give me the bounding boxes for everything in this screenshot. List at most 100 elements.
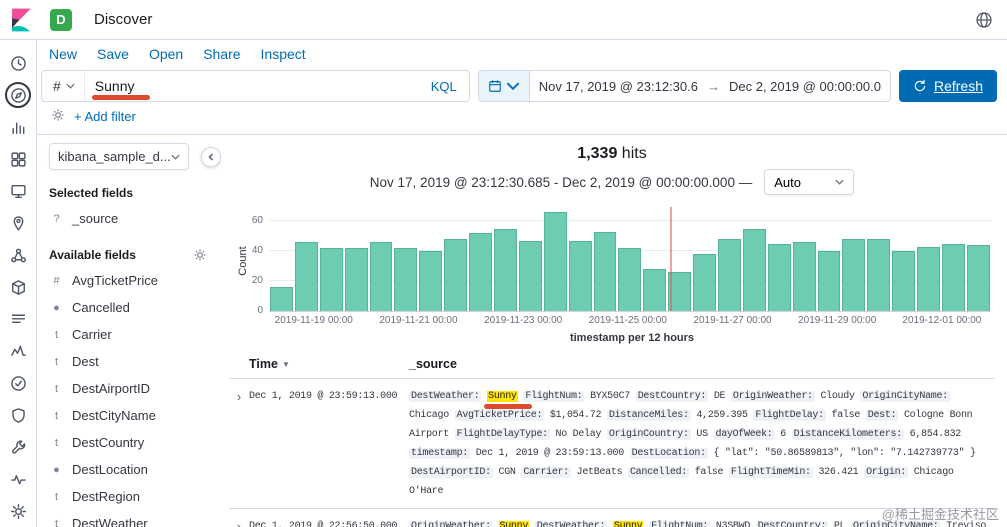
siem-icon[interactable]: [5, 402, 31, 428]
menu-item-share[interactable]: Share: [203, 46, 240, 62]
menu-item-open[interactable]: Open: [149, 46, 183, 62]
time-range-label: Nov 17, 2019 @ 23:12:30.685 - Dec 2, 201…: [369, 174, 753, 190]
field-item-dest[interactable]: t Dest: [49, 348, 221, 375]
histogram-bar[interactable]: [319, 248, 343, 311]
search-input[interactable]: # Sunny KQL: [41, 70, 470, 102]
query-text: Sunny: [94, 78, 135, 94]
maps-icon[interactable]: [5, 210, 31, 236]
source-field-key: DestCountry:: [755, 521, 829, 527]
stack-monitoring-icon[interactable]: [5, 466, 31, 492]
field-name: DestLocation: [72, 462, 148, 477]
field-settings-gear-icon[interactable]: [193, 248, 207, 262]
source-field-value: BYX50C7: [590, 391, 630, 402]
field-name: Dest: [72, 354, 99, 369]
histogram-bar[interactable]: [518, 240, 542, 311]
recently-viewed-icon[interactable]: [5, 50, 31, 76]
logs-icon[interactable]: [5, 306, 31, 332]
date-start[interactable]: Nov 17, 2019 @ 23:12:30.6: [530, 79, 707, 94]
histogram-bar[interactable]: [568, 240, 592, 311]
histogram-bar[interactable]: [494, 228, 517, 311]
histogram-bar[interactable]: [593, 231, 617, 311]
index-pattern-label: kibana_sample_d...: [58, 149, 171, 164]
menu-item-save[interactable]: Save: [97, 46, 129, 62]
histogram-bar[interactable]: [369, 242, 393, 311]
field-item-destcountry[interactable]: t DestCountry: [49, 429, 221, 456]
date-picker[interactable]: Nov 17, 2019 @ 23:12:30.6 → Dec 2, 2019 …: [477, 70, 891, 102]
calendar-icon[interactable]: [478, 71, 530, 101]
source-field-value: Chicago: [409, 410, 449, 421]
discover-icon[interactable]: [5, 82, 31, 108]
expand-row-icon[interactable]: ›: [229, 517, 249, 527]
x-axis-label: timestamp per 12 hours: [569, 332, 695, 344]
interval-select[interactable]: Auto: [764, 169, 855, 195]
globe-icon[interactable]: [975, 11, 993, 29]
histogram-bar[interactable]: [294, 242, 318, 311]
histogram-bar[interactable]: [842, 239, 866, 311]
sidebar-collapse-button[interactable]: [201, 146, 221, 167]
histogram-bar[interactable]: [693, 254, 717, 311]
histogram-bar[interactable]: [344, 248, 368, 311]
histogram-bar[interactable]: [618, 248, 642, 311]
field-item-_source[interactable]: ? _source: [49, 205, 221, 232]
management-icon[interactable]: [5, 498, 31, 524]
histogram-bar[interactable]: [966, 245, 990, 311]
dev-tools-icon[interactable]: [5, 434, 31, 460]
dashboard-icon[interactable]: [5, 146, 31, 172]
field-item-destregion[interactable]: t DestRegion: [49, 483, 221, 510]
field-item-destlocation[interactable]: ● DestLocation: [49, 456, 221, 483]
field-item-destweather[interactable]: t DestWeather: [49, 510, 221, 527]
menu-item-new[interactable]: New: [49, 46, 77, 62]
uptime-icon[interactable]: [5, 370, 31, 396]
histogram-bar[interactable]: [270, 287, 293, 311]
highlighted-value: Sunny: [612, 521, 644, 527]
histogram-bar[interactable]: [817, 251, 841, 311]
expand-row-icon[interactable]: ›: [229, 387, 249, 501]
histogram-bar[interactable]: [543, 212, 567, 311]
source-field-key: Cancelled:: [627, 467, 689, 478]
source-field-key: dayOfWeek:: [713, 429, 775, 440]
histogram-bar[interactable]: [792, 242, 816, 311]
saved-query-button[interactable]: #: [42, 71, 85, 101]
field-type-badge: t: [54, 436, 59, 449]
field-item-cancelled[interactable]: ● Cancelled: [49, 294, 221, 321]
add-filter-button[interactable]: + Add filter: [74, 109, 136, 124]
histogram-bar[interactable]: [394, 248, 418, 311]
histogram-bar[interactable]: [892, 251, 916, 311]
field-item-carrier[interactable]: t Carrier: [49, 321, 221, 348]
histogram-bar[interactable]: [643, 269, 667, 311]
source-field-value: false: [831, 410, 861, 421]
apm-icon[interactable]: [5, 338, 31, 364]
canvas-icon[interactable]: [5, 178, 31, 204]
time-column-header[interactable]: Time ▼: [229, 357, 401, 371]
source-field-key: timestamp:: [409, 448, 471, 459]
histogram-bar[interactable]: [767, 243, 791, 311]
metrics-icon[interactable]: [5, 274, 31, 300]
field-item-destairportid[interactable]: t DestAirportID: [49, 375, 221, 402]
histogram-bar[interactable]: [867, 239, 891, 311]
histogram-bar[interactable]: [469, 233, 493, 311]
filter-settings-gear-icon[interactable]: [51, 108, 65, 125]
visualize-icon[interactable]: [5, 114, 31, 140]
index-pattern-select[interactable]: kibana_sample_d...: [49, 143, 189, 170]
histogram-bar[interactable]: [917, 246, 941, 311]
menu-item-inspect[interactable]: Inspect: [261, 46, 306, 62]
source-field-value: JetBeats: [576, 467, 623, 478]
field-type-badge: t: [54, 490, 59, 503]
source-field-value: false: [694, 467, 724, 478]
date-end[interactable]: Dec 2, 2019 @ 00:00:00.0: [720, 79, 890, 94]
histogram-bar[interactable]: [444, 239, 468, 311]
field-item-avgticketprice[interactable]: # AvgTicketPrice: [49, 267, 221, 294]
field-item-destcityname[interactable]: t DestCityName: [49, 402, 221, 429]
histogram-bar[interactable]: [718, 239, 741, 311]
histogram-bar[interactable]: [419, 251, 443, 311]
histogram-bar[interactable]: [942, 243, 965, 311]
source-field-value: { "lat": "50.86589813", "lon": "7.142739…: [713, 448, 976, 459]
chevron-down-icon: [66, 83, 75, 89]
histogram-bar[interactable]: [742, 228, 766, 311]
kibana-logo-icon[interactable]: [8, 7, 34, 33]
kql-language-toggle[interactable]: KQL: [431, 79, 469, 94]
machine-learning-icon[interactable]: [5, 242, 31, 268]
annotation-underline-query: [92, 95, 150, 100]
source-field-value: Dec 1, 2019 @ 23:59:13.000: [475, 448, 625, 459]
refresh-button[interactable]: Refresh: [898, 70, 997, 102]
